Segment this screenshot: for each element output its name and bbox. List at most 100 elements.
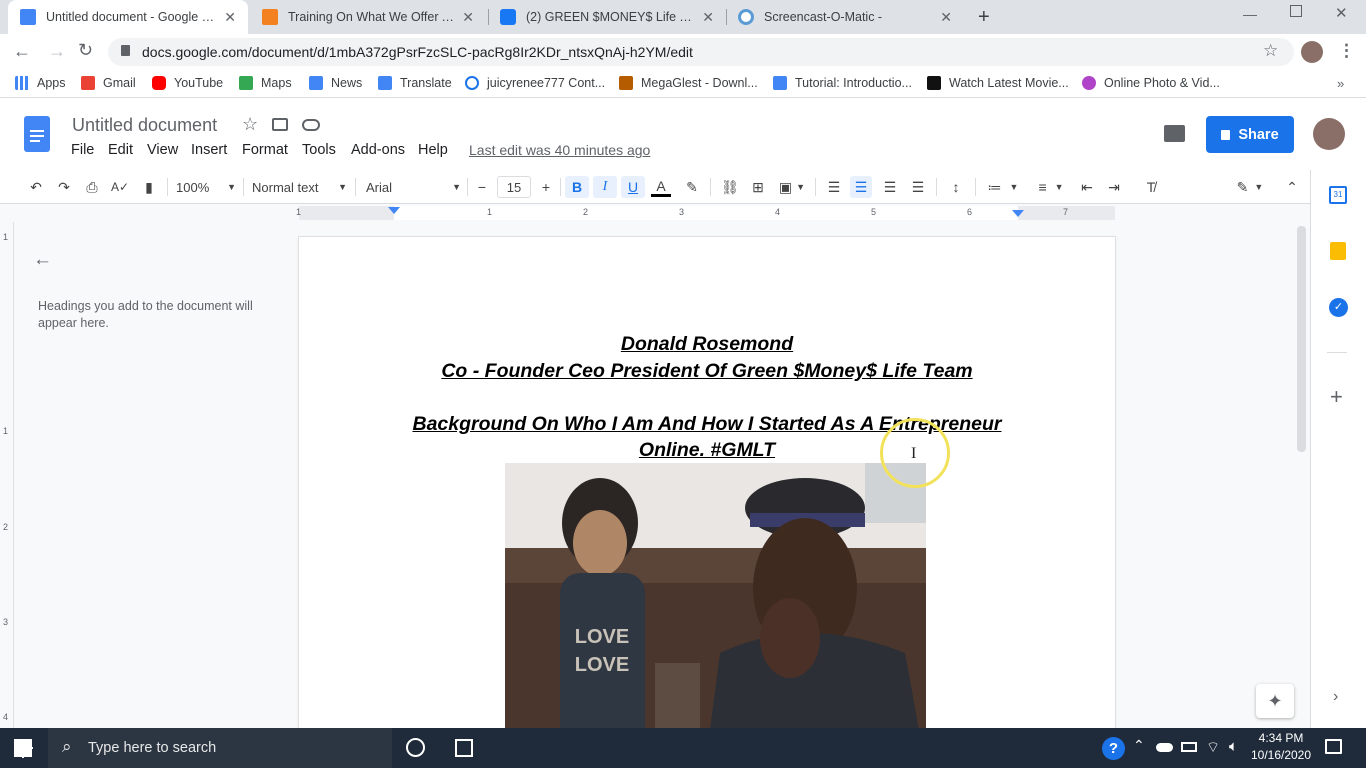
back-icon[interactable]: ← xyxy=(13,41,31,62)
clock-date[interactable]: 10/16/2020 xyxy=(1250,748,1312,762)
restore-icon[interactable] xyxy=(1290,5,1302,17)
volume-icon[interactable]: 🔈︎ xyxy=(1229,738,1238,755)
redo-icon[interactable]: ↷ xyxy=(54,176,74,198)
cloud-saved-icon[interactable] xyxy=(302,119,320,131)
new-tab-button[interactable]: + xyxy=(978,6,990,29)
close-tab-icon[interactable]: ✕ xyxy=(940,9,952,26)
close-window-icon[interactable]: ✕ xyxy=(1335,4,1348,22)
tab-facebook[interactable]: (2) GREEN $MONEY$ Life TEAM ✕ xyxy=(488,0,726,34)
bookmark-apps[interactable]: Apps xyxy=(15,76,66,90)
cortana-icon[interactable] xyxy=(406,738,425,757)
text-color-button[interactable]: A xyxy=(650,176,672,198)
help-icon[interactable]: ? xyxy=(1102,737,1125,760)
left-indent-marker-icon[interactable] xyxy=(388,207,400,214)
scrollbar-thumb[interactable] xyxy=(1297,226,1306,452)
close-tab-icon[interactable]: ✕ xyxy=(224,9,236,26)
account-avatar[interactable] xyxy=(1313,118,1345,150)
battery-icon[interactable] xyxy=(1181,742,1197,752)
bookmark-translate[interactable]: Translate xyxy=(378,76,452,90)
minimize-icon[interactable]: — xyxy=(1243,6,1257,22)
close-outline-icon[interactable]: ← xyxy=(33,249,52,271)
numbered-list-icon[interactable]: ≔ ▼ xyxy=(983,176,1023,198)
highlight-icon[interactable]: ✎ xyxy=(681,176,703,198)
close-tab-icon[interactable]: ✕ xyxy=(702,9,714,26)
justify-icon[interactable]: ☰ xyxy=(907,176,929,198)
paragraph-style-select[interactable]: Normal text ▼ xyxy=(252,176,347,198)
spellcheck-icon[interactable]: A✓ xyxy=(110,176,130,198)
menu-help[interactable]: Help xyxy=(418,142,448,158)
font-select[interactable]: Arial ▼ xyxy=(366,176,461,198)
line-spacing-icon[interactable]: ↕ xyxy=(945,176,967,198)
menu-insert[interactable]: Insert xyxy=(191,142,227,158)
bookmark-maps[interactable]: Maps xyxy=(239,76,292,90)
explore-button[interactable]: ✦ xyxy=(1256,684,1294,718)
menu-format[interactable]: Format xyxy=(242,142,288,158)
bookmark-gmail[interactable]: Gmail xyxy=(81,76,136,90)
bookmark-tutorial[interactable]: Tutorial: Introductio... xyxy=(773,76,912,90)
bookmark-news[interactable]: News xyxy=(309,76,362,90)
align-right-icon[interactable]: ☰ xyxy=(879,176,901,198)
calendar-icon[interactable]: 31 xyxy=(1329,186,1347,204)
lock-icon[interactable] xyxy=(121,45,130,56)
link-icon[interactable]: ⛓ xyxy=(719,176,741,198)
align-center-icon[interactable]: ☰ xyxy=(850,176,872,198)
taskbar-search-box[interactable]: ⌕ Type here to search xyxy=(48,728,392,768)
docs-logo-icon[interactable] xyxy=(24,116,50,152)
reload-icon[interactable]: ↻ xyxy=(78,40,93,61)
doc-heading-background[interactable]: Background On Who I Am And How I Started… xyxy=(299,413,1115,436)
comment-history-icon[interactable] xyxy=(1164,125,1185,142)
bookmark-movies[interactable]: Watch Latest Movie... xyxy=(927,76,1069,90)
doc-heading-name[interactable]: Donald Rosemond xyxy=(299,333,1115,356)
font-size-input[interactable]: 15 xyxy=(497,176,531,198)
close-tab-icon[interactable]: ✕ xyxy=(462,9,474,26)
bold-button[interactable]: B xyxy=(565,176,589,198)
bookmark-photo-video[interactable]: Online Photo & Vid... xyxy=(1082,76,1220,90)
keep-icon[interactable] xyxy=(1330,242,1346,260)
menu-view[interactable]: View xyxy=(147,142,178,158)
bookmark-youtube[interactable]: YouTube xyxy=(152,76,223,90)
more-bookmarks-icon[interactable]: » xyxy=(1337,76,1344,91)
add-comment-icon[interactable]: ⊞ xyxy=(747,176,769,198)
task-view-icon[interactable] xyxy=(455,739,473,757)
bookmark-juicyrenee[interactable]: juicyrenee777 Cont... xyxy=(465,76,605,90)
print-icon[interactable]: ⎙ xyxy=(82,176,102,198)
star-bookmark-icon[interactable]: ☆ xyxy=(1263,41,1278,61)
star-icon[interactable]: ☆ xyxy=(242,114,258,135)
document-title[interactable]: Untitled document xyxy=(72,115,217,136)
last-edit-link[interactable]: Last edit was 40 minutes ago xyxy=(469,142,650,158)
profile-avatar[interactable] xyxy=(1301,41,1323,63)
decrease-indent-icon[interactable]: ⇤ xyxy=(1076,176,1098,198)
zoom-select[interactable]: 100% ▼ xyxy=(176,176,236,198)
clock-time[interactable]: 4:34 PM xyxy=(1254,731,1308,745)
embedded-photo[interactable]: LOVE LOVE xyxy=(505,463,926,768)
tasks-icon[interactable]: ✓ xyxy=(1329,298,1348,317)
more-vert-icon[interactable]: ⋮ xyxy=(1338,41,1355,61)
align-left-icon[interactable]: ☰ xyxy=(823,176,845,198)
move-folder-icon[interactable] xyxy=(272,118,288,131)
forward-icon[interactable]: → xyxy=(48,41,66,62)
insert-image-icon[interactable]: ▣ ▼ xyxy=(775,176,809,198)
clear-formatting-icon[interactable]: T̸ xyxy=(1140,176,1162,198)
menu-edit[interactable]: Edit xyxy=(108,142,133,158)
url-text[interactable]: docs.google.com/document/d/1mbA372gPsrFz… xyxy=(142,44,693,60)
editing-mode-icon[interactable]: ✎ ▼ xyxy=(1232,176,1268,198)
doc-heading-title[interactable]: Co - Founder Ceo President Of Green $Mon… xyxy=(299,360,1115,383)
increase-font-size-button[interactable]: + xyxy=(537,176,555,198)
decrease-font-size-button[interactable]: − xyxy=(473,176,491,198)
windows-start-icon[interactable] xyxy=(14,739,33,758)
onedrive-icon[interactable] xyxy=(1156,743,1173,752)
menu-tools[interactable]: Tools xyxy=(302,142,336,158)
collapse-menus-icon[interactable]: ⌃ xyxy=(1282,176,1302,198)
show-hidden-icons-icon[interactable]: ⌃ xyxy=(1133,737,1145,754)
notifications-icon[interactable] xyxy=(1325,739,1342,754)
right-indent-marker-icon[interactable] xyxy=(1012,210,1024,217)
network-icon[interactable]: ⌔ xyxy=(1206,738,1220,757)
get-addons-icon[interactable]: + xyxy=(1330,384,1343,410)
bookmark-megaglest[interactable]: MegaGlest - Downl... xyxy=(619,76,758,90)
bulleted-list-icon[interactable]: ≡ ▼ xyxy=(1031,176,1071,198)
share-button[interactable]: Share xyxy=(1206,116,1294,153)
tab-google-docs[interactable]: Untitled document - Google Doc ✕ xyxy=(8,0,248,34)
menu-file[interactable]: File xyxy=(71,142,94,158)
increase-indent-icon[interactable]: ⇥ xyxy=(1103,176,1125,198)
italic-button[interactable]: I xyxy=(593,176,617,198)
